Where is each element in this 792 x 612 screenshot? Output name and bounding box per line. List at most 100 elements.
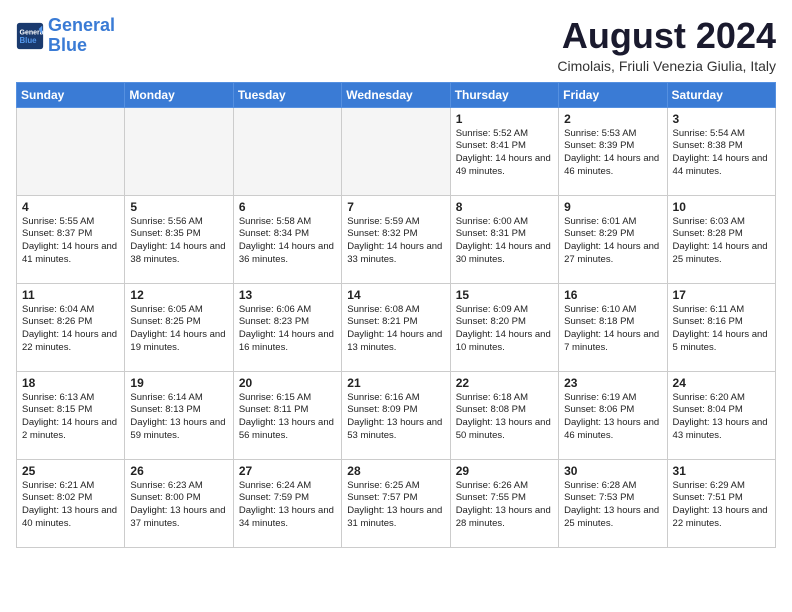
- day-info: Sunrise: 6:03 AM Sunset: 8:28 PM Dayligh…: [673, 216, 770, 267]
- title-block: August 2024 Cimolais, Friuli Venezia Giu…: [557, 16, 776, 74]
- day-number: 18: [22, 376, 119, 390]
- logo-text: General Blue: [48, 16, 115, 56]
- calendar-week-3: 11Sunrise: 6:04 AM Sunset: 8:26 PM Dayli…: [17, 283, 776, 371]
- calendar-week-4: 18 Sunrise: 6:13 AM Sunset: 8:15 PM Dayli…: [17, 371, 776, 459]
- day-info: Sunrise: 6:01 AM Sunset: 8:29 PM Dayligh…: [564, 216, 661, 267]
- day-info: Sunrise: 5:58 AM Sunset: 8:34 PM Dayligh…: [239, 216, 336, 267]
- day-header-thursday: Thursday: [450, 82, 558, 107]
- calendar-cell: 11Sunrise: 6:04 AM Sunset: 8:26 PM Dayli…: [17, 283, 125, 371]
- day-info: Sunrise: 6:25 AM Sunset: 7:57 PM Dayligh…: [347, 480, 444, 531]
- calendar-cell: 29 Sunrise: 6:26 AM Sunset: 7:55 PM Dayli…: [450, 459, 558, 547]
- day-info: Sunrise: 6:13 AM Sunset: 8:15 PM Dayligh…: [22, 392, 119, 443]
- day-number: 14: [347, 288, 444, 302]
- calendar-cell: 15 Sunrise: 6:09 AM Sunset: 8:20 PM Dayli…: [450, 283, 558, 371]
- calendar-cell: 23 Sunrise: 6:19 AM Sunset: 8:06 PM Dayli…: [559, 371, 667, 459]
- calendar-cell: 16 Sunrise: 6:10 AM Sunset: 8:18 PM Dayli…: [559, 283, 667, 371]
- calendar-week-2: 4 Sunrise: 5:55 AM Sunset: 8:37 PM Daylig…: [17, 195, 776, 283]
- day-number: 17: [673, 288, 770, 302]
- calendar-cell: 8 Sunrise: 6:00 AM Sunset: 8:31 PM Daylig…: [450, 195, 558, 283]
- day-number: 22: [456, 376, 553, 390]
- day-info: Sunrise: 6:18 AM Sunset: 8:08 PM Dayligh…: [456, 392, 553, 443]
- calendar-body: 1 Sunrise: 5:52 AM Sunset: 8:41 PM Daylig…: [17, 107, 776, 547]
- day-number: 8: [456, 200, 553, 214]
- logo-icon: General Blue: [16, 22, 44, 50]
- calendar-header-row: SundayMondayTuesdayWednesdayThursdayFrid…: [17, 82, 776, 107]
- day-info: Sunrise: 5:59 AM Sunset: 8:32 PM Dayligh…: [347, 216, 444, 267]
- calendar-cell: 27Sunrise: 6:24 AM Sunset: 7:59 PM Dayli…: [233, 459, 341, 547]
- day-number: 13: [239, 288, 336, 302]
- calendar-cell: 13 Sunrise: 6:06 AM Sunset: 8:23 PM Dayli…: [233, 283, 341, 371]
- day-info: Sunrise: 5:52 AM Sunset: 8:41 PM Dayligh…: [456, 128, 553, 179]
- month-year: August 2024: [557, 16, 776, 56]
- calendar-cell: 19Sunrise: 6:14 AM Sunset: 8:13 PM Dayli…: [125, 371, 233, 459]
- day-info: Sunrise: 6:09 AM Sunset: 8:20 PM Dayligh…: [456, 304, 553, 355]
- day-info: Sunrise: 6:28 AM Sunset: 7:53 PM Dayligh…: [564, 480, 661, 531]
- calendar-cell: 10 Sunrise: 6:03 AM Sunset: 8:28 PM Dayli…: [667, 195, 775, 283]
- day-info: Sunrise: 5:55 AM Sunset: 8:37 PM Dayligh…: [22, 216, 119, 267]
- day-info: Sunrise: 5:56 AM Sunset: 8:35 PM Dayligh…: [130, 216, 227, 267]
- calendar-table: SundayMondayTuesdayWednesdayThursdayFrid…: [16, 82, 776, 548]
- day-header-sunday: Sunday: [17, 82, 125, 107]
- calendar-week-1: 1 Sunrise: 5:52 AM Sunset: 8:41 PM Daylig…: [17, 107, 776, 195]
- calendar-cell: 20Sunrise: 6:15 AM Sunset: 8:11 PM Dayli…: [233, 371, 341, 459]
- day-header-monday: Monday: [125, 82, 233, 107]
- day-info: Sunrise: 6:29 AM Sunset: 7:51 PM Dayligh…: [673, 480, 770, 531]
- day-info: Sunrise: 5:53 AM Sunset: 8:39 PM Dayligh…: [564, 128, 661, 179]
- day-info: Sunrise: 6:21 AM Sunset: 8:02 PM Dayligh…: [22, 480, 119, 531]
- day-number: 5: [130, 200, 227, 214]
- day-number: 29: [456, 464, 553, 478]
- location: Cimolais, Friuli Venezia Giulia, Italy: [557, 58, 776, 74]
- logo-blue: Blue: [48, 35, 87, 55]
- day-number: 23: [564, 376, 661, 390]
- day-header-wednesday: Wednesday: [342, 82, 450, 107]
- day-number: 28: [347, 464, 444, 478]
- calendar-week-5: 25 Sunrise: 6:21 AM Sunset: 8:02 PM Dayli…: [17, 459, 776, 547]
- calendar-cell: [233, 107, 341, 195]
- day-number: 15: [456, 288, 553, 302]
- day-number: 16: [564, 288, 661, 302]
- day-number: 1: [456, 112, 553, 126]
- day-info: Sunrise: 6:11 AM Sunset: 8:16 PM Dayligh…: [673, 304, 770, 355]
- day-info: Sunrise: 6:08 AM Sunset: 8:21 PM Dayligh…: [347, 304, 444, 355]
- day-info: Sunrise: 6:06 AM Sunset: 8:23 PM Dayligh…: [239, 304, 336, 355]
- day-header-saturday: Saturday: [667, 82, 775, 107]
- day-info: Sunrise: 5:54 AM Sunset: 8:38 PM Dayligh…: [673, 128, 770, 179]
- calendar-cell: 14 Sunrise: 6:08 AM Sunset: 8:21 PM Dayli…: [342, 283, 450, 371]
- day-info: Sunrise: 6:24 AM Sunset: 7:59 PM Dayligh…: [239, 480, 336, 531]
- calendar-cell: [17, 107, 125, 195]
- day-number: 19: [130, 376, 227, 390]
- day-number: 24: [673, 376, 770, 390]
- day-number: 30: [564, 464, 661, 478]
- day-number: 25: [22, 464, 119, 478]
- logo: General Blue General Blue: [16, 16, 115, 56]
- calendar-cell: 25 Sunrise: 6:21 AM Sunset: 8:02 PM Dayli…: [17, 459, 125, 547]
- day-info: Sunrise: 6:26 AM Sunset: 7:55 PM Dayligh…: [456, 480, 553, 531]
- day-number: 3: [673, 112, 770, 126]
- calendar-cell: 5 Sunrise: 5:56 AM Sunset: 8:35 PM Daylig…: [125, 195, 233, 283]
- calendar-cell: 1 Sunrise: 5:52 AM Sunset: 8:41 PM Daylig…: [450, 107, 558, 195]
- day-number: 12: [130, 288, 227, 302]
- calendar-cell: 30 Sunrise: 6:28 AM Sunset: 7:53 PM Dayli…: [559, 459, 667, 547]
- day-number: 6: [239, 200, 336, 214]
- day-number: 7: [347, 200, 444, 214]
- day-number: 21: [347, 376, 444, 390]
- logo-general: General: [48, 15, 115, 35]
- day-number: 26: [130, 464, 227, 478]
- calendar-cell: [342, 107, 450, 195]
- calendar-cell: 31Sunrise: 6:29 AM Sunset: 7:51 PM Dayli…: [667, 459, 775, 547]
- calendar-cell: 2 Sunrise: 5:53 AM Sunset: 8:39 PM Daylig…: [559, 107, 667, 195]
- day-header-friday: Friday: [559, 82, 667, 107]
- day-info: Sunrise: 6:10 AM Sunset: 8:18 PM Dayligh…: [564, 304, 661, 355]
- day-number: 9: [564, 200, 661, 214]
- day-number: 4: [22, 200, 119, 214]
- calendar-cell: 4 Sunrise: 5:55 AM Sunset: 8:37 PM Daylig…: [17, 195, 125, 283]
- day-info: Sunrise: 6:19 AM Sunset: 8:06 PM Dayligh…: [564, 392, 661, 443]
- calendar-cell: 26Sunrise: 6:23 AM Sunset: 8:00 PM Dayli…: [125, 459, 233, 547]
- calendar-cell: 21Sunrise: 6:16 AM Sunset: 8:09 PM Dayli…: [342, 371, 450, 459]
- calendar-cell: 22 Sunrise: 6:18 AM Sunset: 8:08 PM Dayli…: [450, 371, 558, 459]
- calendar-cell: 7 Sunrise: 5:59 AM Sunset: 8:32 PM Daylig…: [342, 195, 450, 283]
- day-number: 10: [673, 200, 770, 214]
- day-number: 2: [564, 112, 661, 126]
- svg-text:Blue: Blue: [20, 36, 38, 45]
- day-info: Sunrise: 6:00 AM Sunset: 8:31 PM Dayligh…: [456, 216, 553, 267]
